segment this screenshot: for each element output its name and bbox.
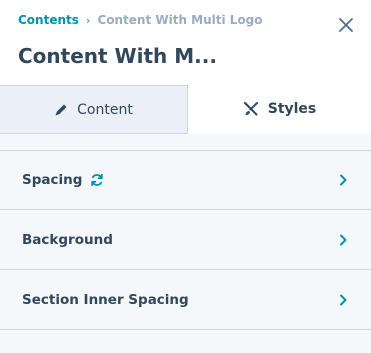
close-icon <box>339 18 353 32</box>
breadcrumb-current: Content With Multi Logo <box>97 13 263 27</box>
style-sidebar-panel: Contents › Content With Multi Logo Conte… <box>0 0 371 353</box>
chevron-right-icon <box>338 294 348 306</box>
chevron-right-icon <box>338 234 348 246</box>
section-row-spacing[interactable]: Spacing <box>0 150 371 210</box>
chevron-right-icon <box>338 174 348 186</box>
sync-icon <box>90 173 104 187</box>
breadcrumb-contents-link[interactable]: Contents <box>18 13 79 27</box>
section-label-background: Background <box>22 231 113 248</box>
breadcrumb-separator: › <box>85 13 91 27</box>
tab-styles[interactable]: Styles <box>188 85 371 133</box>
section-row-background[interactable]: Background <box>0 210 371 270</box>
tab-content-label: Content <box>77 101 133 118</box>
panel-title: Content With M... <box>18 44 217 68</box>
close-button[interactable] <box>337 16 355 34</box>
panel-header: Contents › Content With Multi Logo Conte… <box>0 0 371 85</box>
tab-content[interactable]: Content <box>0 85 188 134</box>
brush-icon <box>243 101 259 117</box>
tab-styles-label: Styles <box>267 101 317 117</box>
style-section-list: Spacing Background Section Inner Spacing <box>0 134 371 353</box>
section-row-inner-spacing[interactable]: Section Inner Spacing <box>0 270 371 330</box>
tab-bar: Content Styles <box>0 85 371 134</box>
pencil-icon <box>54 103 68 117</box>
section-label-inner-spacing: Section Inner Spacing <box>22 291 189 308</box>
breadcrumb: Contents › Content With Multi Logo <box>18 12 263 28</box>
section-label-spacing: Spacing <box>22 172 83 188</box>
